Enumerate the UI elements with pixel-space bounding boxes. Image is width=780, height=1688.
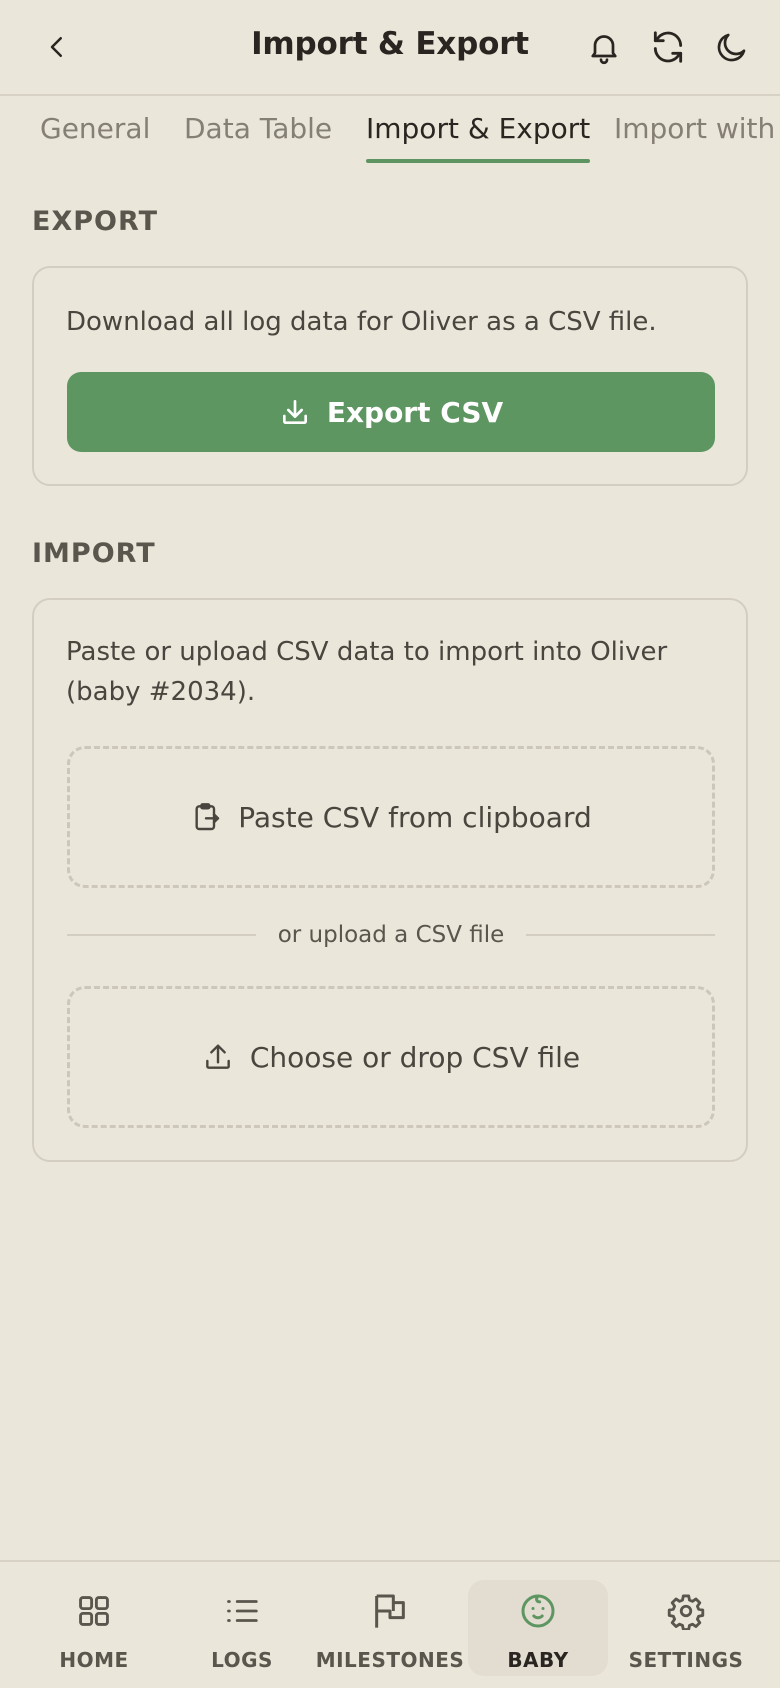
nav-home-label: HOME bbox=[59, 1648, 129, 1672]
import-description: Paste or upload CSV data to import into … bbox=[66, 632, 714, 712]
tab-import-with-ai[interactable]: Import with AI bbox=[614, 112, 780, 163]
nav-settings-label: SETTINGS bbox=[628, 1648, 744, 1672]
nav-logs-label: LOGS bbox=[211, 1648, 273, 1672]
nav-baby-label: BABY bbox=[507, 1648, 569, 1672]
import-card: Paste or upload CSV data to import into … bbox=[32, 598, 748, 1162]
export-heading: EXPORT bbox=[32, 206, 158, 237]
nav-baby[interactable]: BABY bbox=[468, 1580, 608, 1676]
tab-import-export[interactable]: Import & Export bbox=[366, 112, 591, 163]
divider-line-right bbox=[526, 934, 715, 936]
upload-csv-dropzone[interactable]: Choose or drop CSV file bbox=[67, 986, 715, 1128]
flag-icon bbox=[375, 1594, 405, 1628]
divider-text: or upload a CSV file bbox=[277, 922, 505, 948]
download-icon bbox=[282, 400, 307, 424]
gear-icon bbox=[667, 1594, 705, 1630]
nav-logs[interactable]: LOGS bbox=[172, 1580, 312, 1676]
import-heading: IMPORT bbox=[32, 538, 156, 569]
dark-mode-button[interactable] bbox=[709, 24, 755, 70]
notifications-button[interactable] bbox=[581, 24, 627, 70]
paste-csv-button[interactable]: Paste CSV from clipboard bbox=[67, 746, 715, 888]
nav-milestones-label: MILESTONES bbox=[315, 1648, 465, 1672]
tab-general[interactable]: General bbox=[40, 112, 150, 163]
nav-home[interactable]: HOME bbox=[24, 1580, 164, 1676]
upload-divider: or upload a CSV file bbox=[67, 920, 715, 950]
app-root: Import & Export General Data Table Impor… bbox=[0, 0, 780, 1688]
tab-data-table[interactable]: Data Table bbox=[184, 112, 332, 163]
nav-settings[interactable]: SETTINGS bbox=[616, 1580, 756, 1676]
export-csv-button[interactable]: Export CSV bbox=[67, 372, 715, 452]
baby-face-icon bbox=[521, 1594, 555, 1628]
export-card: Download all log data for Oliver as a CS… bbox=[32, 266, 748, 486]
moon-icon bbox=[717, 33, 746, 62]
bottom-nav: HOME LOGS MILESTONES BABY SETTINGS bbox=[0, 1560, 780, 1688]
export-csv-label: Export CSV bbox=[326, 395, 504, 429]
bell-icon bbox=[591, 35, 617, 65]
export-description: Download all log data for Oliver as a CS… bbox=[66, 307, 657, 337]
clipboard-icon bbox=[195, 803, 220, 831]
nav-milestones[interactable]: MILESTONES bbox=[316, 1580, 464, 1676]
refresh-icon bbox=[653, 31, 683, 63]
divider-line-left bbox=[67, 934, 256, 936]
tab-bar: General Data Table Import & Export Impor… bbox=[0, 98, 780, 172]
import-description-line1: Paste or upload CSV data to import into … bbox=[66, 637, 668, 667]
top-header: Import & Export bbox=[0, 0, 780, 96]
import-description-line2: (baby #2034). bbox=[66, 677, 256, 707]
refresh-button[interactable] bbox=[645, 24, 691, 70]
list-icon bbox=[227, 1600, 258, 1622]
grid-icon bbox=[79, 1596, 109, 1626]
paste-csv-label: Paste CSV from clipboard bbox=[238, 800, 592, 834]
upload-csv-label: Choose or drop CSV file bbox=[249, 1040, 581, 1074]
upload-icon bbox=[205, 1044, 230, 1069]
